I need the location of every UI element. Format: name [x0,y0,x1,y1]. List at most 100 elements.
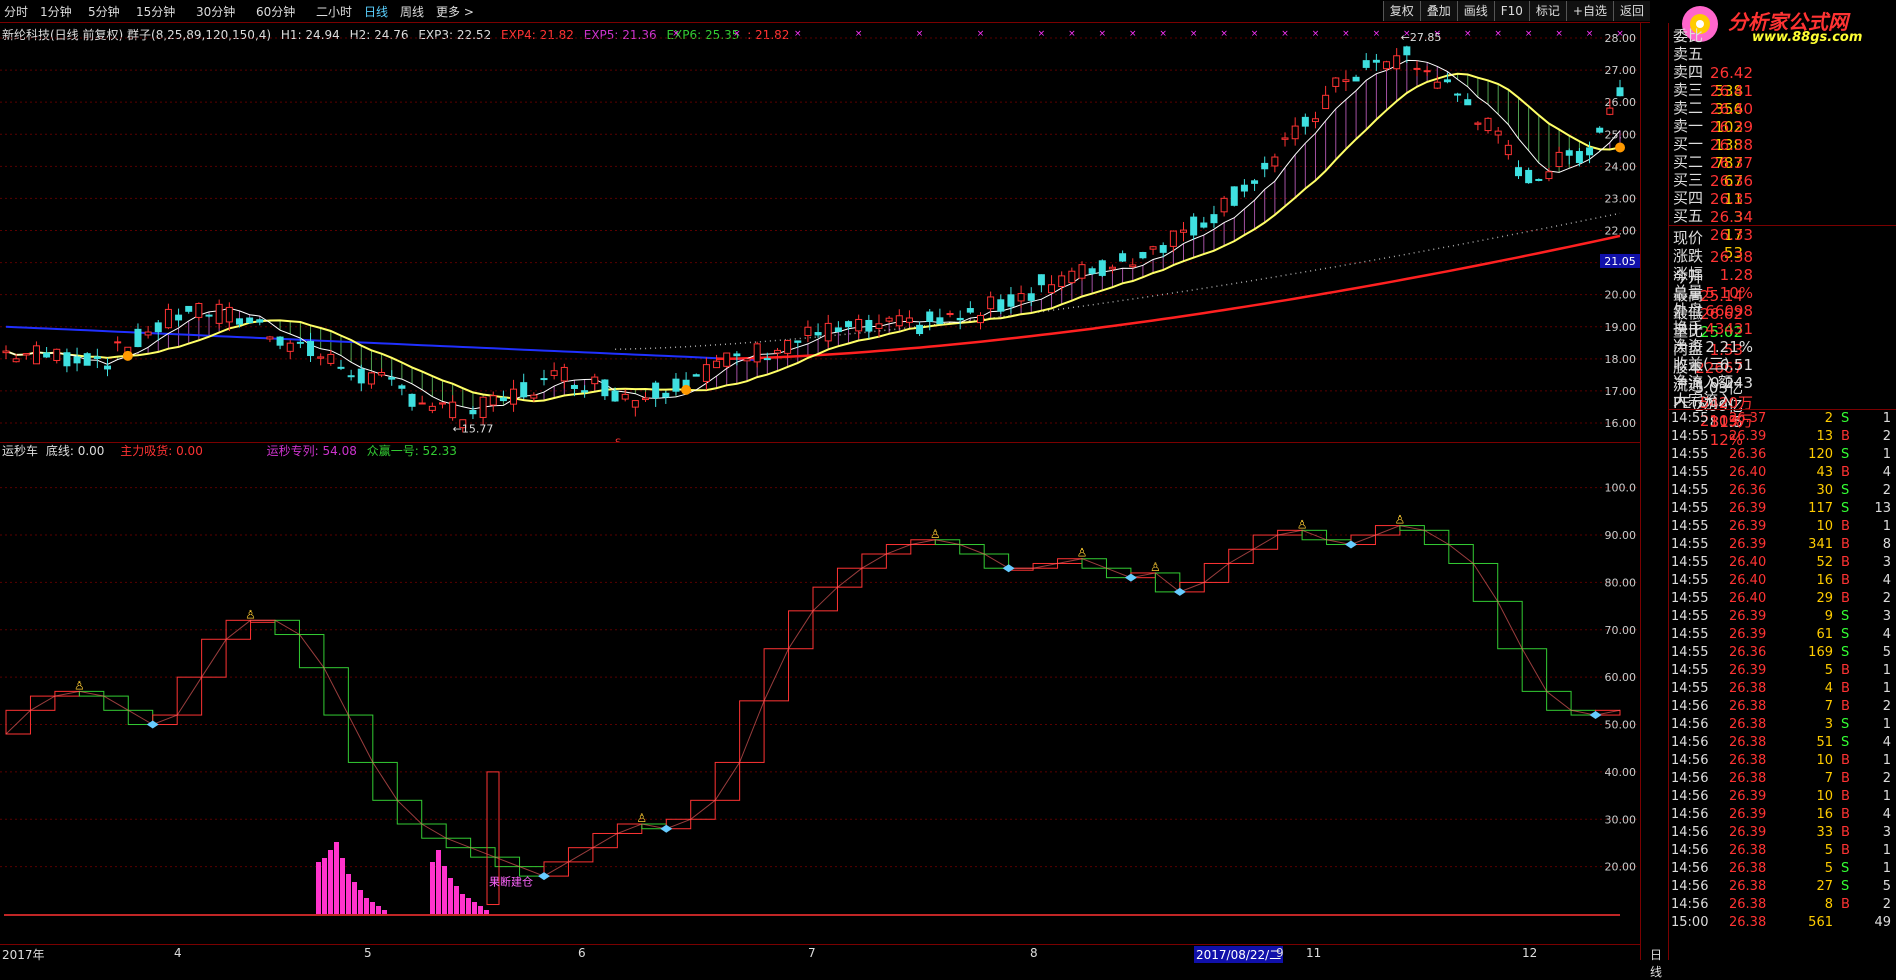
bid-row-1: 买二 26.36 11 [1673,151,1895,208]
candle-body [1230,186,1238,206]
tick-price: 26.39 [1729,807,1767,822]
tick-price: 26.36 [1729,483,1767,498]
oscillator-chart[interactable]: 100.0 90.00 80.00 70.00 60.00 50.00 40.00 30.00… [0,444,1640,932]
tick-row-19: 14:56 26.38 10 B 1 [1671,753,1895,771]
candle-body [1119,253,1127,262]
candle-body [1129,264,1137,268]
period-tab-8[interactable]: 周线 [400,3,424,20]
tick-time: 14:56 [1671,879,1709,894]
signal-marker: × [672,29,680,39]
tick-time: 14:55 [1671,537,1709,552]
stat-row-5: 换手 2.21% 股本 5.03亿 [1673,317,1895,397]
tick-row-6: 14:55 26.39 10 B 1 [1671,519,1895,537]
candle-body [773,349,781,354]
trough-marker [1589,711,1602,720]
signal-marker: × [1281,29,1289,39]
ask-row-3: 卖三 26.40 102 [1673,79,1895,136]
period-tab-3[interactable]: 15分钟 [136,3,175,20]
candle-body [1078,264,1086,279]
candlestick-chart[interactable]: 28.0027.0026.0025.0024.0023.0022.0021.00… [0,23,1640,443]
y-tick-label: 27.00 [1605,64,1637,77]
tick-count: 4 [1882,735,1891,750]
tick-volume: 561 [1808,915,1833,930]
price-marker-label: 21.05 [1604,255,1636,268]
candle-body [1525,169,1533,184]
tick-volume: 2 [1824,411,1833,426]
candle-body [763,358,771,361]
candle-body [672,378,680,392]
candle-body [865,319,873,332]
tick-price: 26.39 [1729,825,1767,840]
candle-body [1311,118,1319,123]
period-tab-4[interactable]: 30分钟 [196,3,235,20]
candle-body [692,374,700,377]
candle-body [794,340,802,343]
candle-body [1261,162,1269,170]
candle-body [327,353,335,364]
tick-time: 14:55 [1671,663,1709,678]
tick-side: B [1841,825,1850,840]
tool-button-2[interactable]: 画线 [1456,1,1494,21]
period-tab-0[interactable]: 分时 [4,3,28,20]
candle-body [713,360,721,369]
tool-button-5[interactable]: +自选 [1565,1,1613,21]
candle-body [175,314,183,321]
tick-count: 2 [1882,897,1891,912]
candle-body [1037,274,1045,286]
candle-body [449,401,457,419]
period-tab-1[interactable]: 1分钟 [40,3,72,20]
candle-body [418,402,426,405]
signal-marker: × [1525,29,1533,39]
tick-time: 14:55 [1671,501,1709,516]
tick-side: S [1841,627,1850,642]
tool-button-6[interactable]: 返回 [1612,1,1650,21]
tick-price: 26.36 [1729,645,1767,660]
tool-button-0[interactable]: 复权 [1382,1,1420,21]
period-tab-2[interactable]: 5分钟 [88,3,120,20]
tool-button-1[interactable]: 叠加 [1419,1,1457,21]
signal-marker: × [1129,29,1137,39]
candle-body [1606,107,1614,115]
volume-bar [472,902,477,914]
tick-count: 1 [1882,861,1891,876]
tick-side: B [1841,573,1850,588]
tick-volume: 61 [1816,627,1833,642]
tick-price: 26.38 [1729,699,1767,714]
candle-body [804,326,812,336]
candle-body [926,311,934,322]
candle-body [753,343,761,363]
tool-button-3[interactable]: F10 [1493,1,1529,21]
y-tick-label: 17.00 [1605,385,1637,398]
period-tab-7[interactable]: 日线 [364,3,388,20]
candle-body [1616,87,1624,97]
tool-button-4[interactable]: 标记 [1528,1,1566,21]
tick-time: 14:55 [1671,429,1709,444]
tick-count: 13 [1874,501,1891,516]
period-tab-9[interactable]: 更多 > [436,3,474,20]
candle-body [1281,137,1289,140]
tick-side: B [1841,555,1850,570]
tick-row-21: 14:56 26.39 10 B 1 [1671,789,1895,807]
candle-body [164,308,172,329]
ask-row-2: 卖四 26.41 356 [1673,61,1895,118]
tick-time: 14:56 [1671,825,1709,840]
pivot-dot [1615,142,1625,153]
candle-body [1494,130,1502,136]
tick-time: 14:55 [1671,447,1709,462]
candle-body [987,296,995,310]
candle-body [1433,81,1441,89]
period-tab-5[interactable]: 60分钟 [256,3,295,20]
period-tab-6[interactable]: 二小时 [316,3,352,20]
y-tick-label: 18.00 [1605,353,1637,366]
candle-body [1393,55,1401,70]
candle-body [642,397,650,401]
candle-body [428,405,436,411]
date-label-8: 11 [1306,946,1322,960]
candle-body [1149,246,1157,250]
candle-body [32,345,40,365]
tick-side: S [1841,645,1850,660]
tick-row-8: 14:55 26.40 52 B 3 [1671,555,1895,573]
y-tick-label: 100.0 [1605,482,1637,495]
tick-price: 26.36 [1729,447,1767,462]
candle-body [408,393,416,407]
